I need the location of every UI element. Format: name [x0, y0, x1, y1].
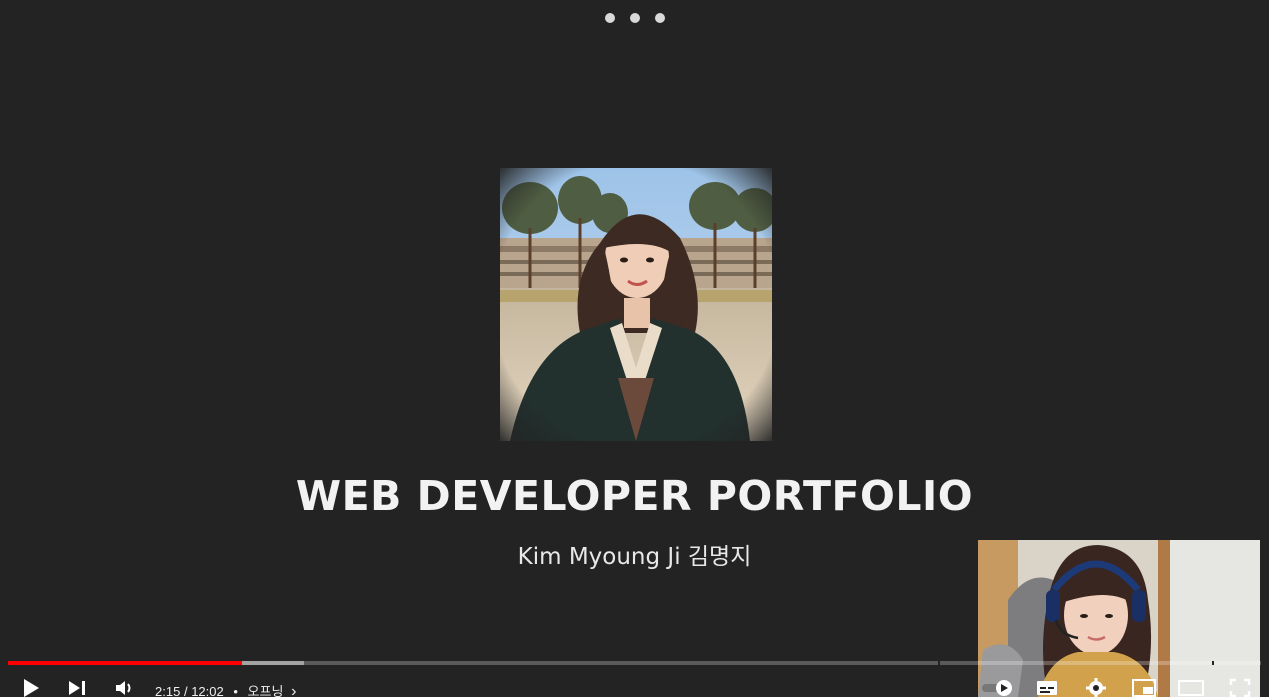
- slide-title: WEB DEVELOPER PORTFOLIO: [295, 472, 974, 520]
- time-separator: /: [183, 684, 188, 697]
- subtitles-icon: [1037, 680, 1057, 695]
- settings-button[interactable]: [1083, 675, 1109, 697]
- next-icon: [69, 680, 85, 695]
- progress-bar[interactable]: [8, 661, 1261, 665]
- video-player[interactable]: WEB DEVELOPER PORTFOLIO Kim Myoung Ji 김명…: [0, 0, 1269, 697]
- gear-icon: [1086, 677, 1106, 697]
- dot: [630, 13, 640, 23]
- autoplay-toggle-icon: [982, 679, 1012, 696]
- volume-button[interactable]: [112, 675, 136, 697]
- chapter-divider: [938, 661, 940, 665]
- progress-played: [8, 661, 243, 665]
- current-time: 2:15: [155, 684, 181, 697]
- miniplayer-button[interactable]: [1130, 675, 1158, 697]
- dot: [605, 13, 615, 23]
- fullscreen-button[interactable]: [1227, 675, 1253, 697]
- fullscreen-icon: [1229, 678, 1251, 697]
- autoplay-toggle[interactable]: [980, 675, 1016, 697]
- volume-icon: [116, 680, 131, 695]
- dot: [655, 13, 665, 23]
- next-button[interactable]: [64, 675, 90, 697]
- slide-decoration-dots: [605, 13, 665, 23]
- subtitles-button[interactable]: [1034, 675, 1060, 697]
- time-display: 2:15 / 12:02 • 오프닝 ›: [155, 681, 296, 697]
- theater-icon: [1178, 679, 1204, 696]
- play-button[interactable]: [18, 675, 44, 697]
- profile-photo: [500, 168, 772, 441]
- miniplayer-icon: [1132, 678, 1156, 697]
- chapter-title[interactable]: 오프닝: [248, 684, 284, 697]
- theater-mode-button[interactable]: [1177, 675, 1205, 697]
- chapter-divider: [1212, 661, 1214, 665]
- webcam-overlay: [978, 540, 1260, 697]
- chevron-right-icon[interactable]: ›: [291, 683, 296, 697]
- play-icon: [24, 678, 39, 697]
- chapter-bullet: •: [233, 684, 238, 697]
- duration: 12:02: [191, 684, 224, 697]
